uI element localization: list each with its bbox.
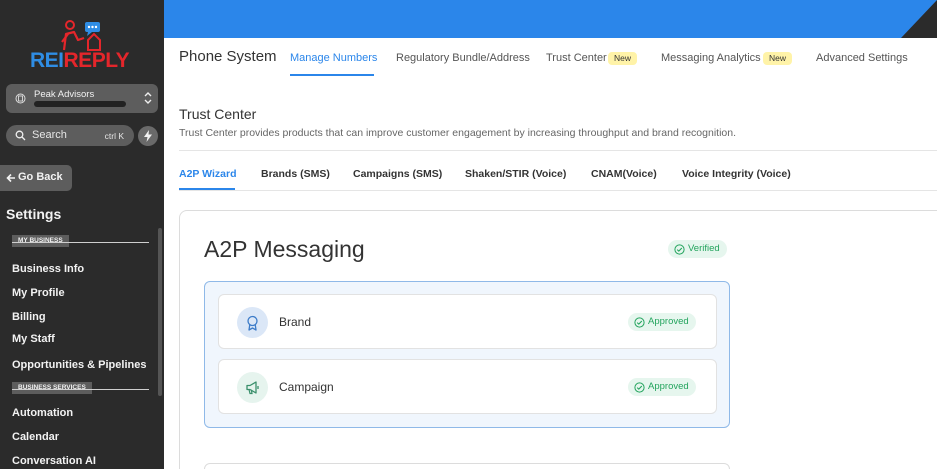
sidebar-item-calendar[interactable]: Calendar [12,431,59,443]
account-switcher[interactable]: Peak Advisors [6,84,158,113]
subtab-brands-sms[interactable]: Brands (SMS) [261,168,330,180]
account-name: Peak Advisors [34,89,95,100]
sidebar-item-my-profile[interactable]: My Profile [12,287,65,299]
settings-heading: Settings [6,206,62,222]
quick-actions-button[interactable] [138,126,158,146]
active-tab-indicator [290,74,374,76]
go-back-button[interactable]: Go Back [0,165,72,191]
sidebar-scrollbar[interactable] [158,228,162,396]
brand-label: Brand [279,315,312,329]
verified-label: Verified [688,243,720,254]
chevron-up-down-icon [144,92,152,104]
bolt-icon [144,130,152,142]
page-title: Trust Center [179,106,257,122]
brand-logo[interactable]: REIREPLY [28,20,138,76]
tab-regulatory-bundle[interactable]: Regulatory Bundle/Address [396,52,530,64]
phone-system-title: Phone System [179,48,277,65]
go-back-label: Go Back [18,171,63,183]
new-badge: New [608,52,638,65]
logo-figure-icon [61,20,101,51]
check-circle-icon [634,316,645,328]
section-label-business-services: BUSINESS SERVICES [12,382,92,394]
tab-messaging-analytics[interactable]: Messaging Analytics [661,52,761,64]
subtab-divider [179,190,937,191]
campaign-label: Campaign [279,380,334,394]
award-icon [247,315,258,331]
banner-corner-decoration [901,0,937,38]
section-divider [12,242,149,243]
search-input[interactable]: Search ctrl K [6,125,134,146]
section-label-my-business: MY BUSINESS [12,235,69,247]
brand-wordmark: REIREPLY [30,49,130,72]
subtab-campaigns-sms[interactable]: Campaigns (SMS) [353,168,442,180]
section-divider [12,389,149,390]
account-address-redacted [34,101,126,107]
sidebar-item-conversation-ai[interactable]: Conversation AI [12,455,96,467]
verified-badge: Verified [668,240,727,258]
sidebar-item-my-staff[interactable]: My Staff [12,333,55,345]
brand-icon-circle [237,307,268,338]
building-icon [15,93,26,104]
brand-reply: REPLY [63,49,130,72]
check-circle-icon [674,243,685,255]
sidebar-item-automation[interactable]: Automation [12,407,73,419]
page-description: Trust Center provides products that can … [179,127,737,139]
a2p-title: A2P Messaging [204,236,365,262]
search-icon [15,130,26,141]
header-divider [179,150,937,151]
subtab-cnam-voice[interactable]: CNAM(Voice) [591,168,657,180]
subtab-voice-integrity[interactable]: Voice Integrity (Voice) [682,168,791,180]
search-shortcut: ctrl K [104,131,124,141]
megaphone-icon [246,381,259,395]
campaign-approved-badge: Approved [628,378,696,396]
next-section-card [204,463,730,469]
campaign-approved-label: Approved [648,381,689,392]
top-banner [164,0,937,38]
new-badge: New [763,52,793,65]
campaign-icon-circle [237,372,268,403]
tab-manage-numbers[interactable]: Manage Numbers [290,52,377,64]
subtab-a2p-wizard[interactable]: A2P Wizard [179,168,236,180]
sidebar: REIREPLY Peak Advisors Search ctrl K Go … [0,0,164,469]
brand-approved-badge: Approved [628,313,696,331]
tab-advanced-settings[interactable]: Advanced Settings [816,52,908,64]
sidebar-item-billing[interactable]: Billing [12,311,46,323]
brand-approved-label: Approved [648,316,689,327]
sidebar-item-opportunities-pipelines[interactable]: Opportunities & Pipelines [12,359,146,371]
arrow-left-icon [6,173,15,183]
check-circle-icon [634,381,645,393]
sidebar-item-business-info[interactable]: Business Info [12,263,84,275]
tab-trust-center[interactable]: Trust Center [546,52,607,64]
search-label: Search [32,129,67,141]
subtab-shaken-stir[interactable]: Shaken/STIR (Voice) [465,168,566,180]
brand-rei: REI [30,49,64,72]
